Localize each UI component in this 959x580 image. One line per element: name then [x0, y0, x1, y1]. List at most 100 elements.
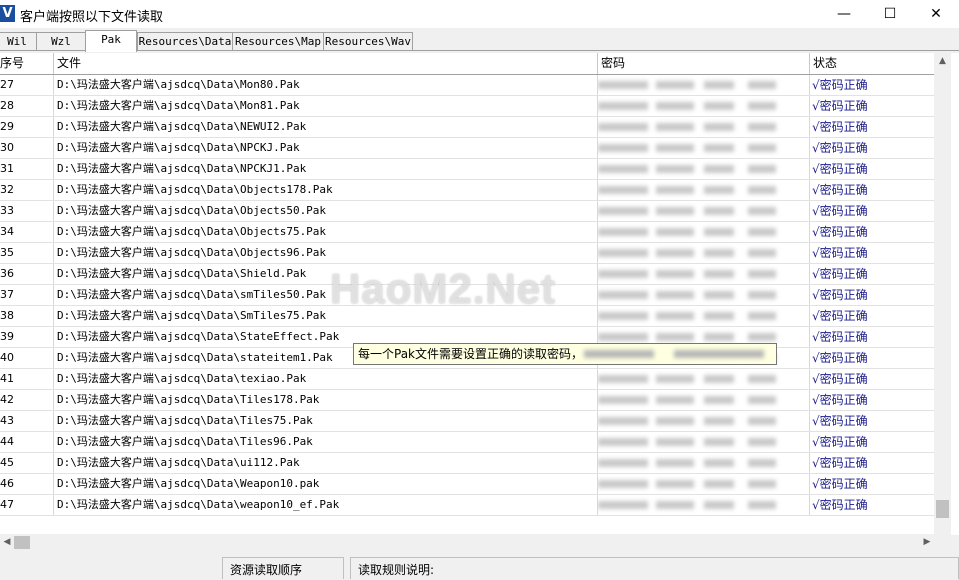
- redacted-text: [656, 165, 694, 173]
- row-password-redacted[interactable]: [598, 201, 810, 221]
- row-password-redacted[interactable]: [598, 180, 810, 200]
- horizontal-scroll-thumb[interactable]: [14, 536, 30, 549]
- tab-resources-map[interactable]: Resources\Map: [232, 32, 324, 50]
- horizontal-scrollbar[interactable]: ◀ ▶: [0, 534, 934, 551]
- table-row[interactable]: 32 D:\玛法盛大客户端\ajsdcq\Data\Objects178.Pak √…: [0, 180, 934, 201]
- minimize-button[interactable]: —: [821, 0, 867, 28]
- column-header-index[interactable]: 序号: [0, 53, 54, 74]
- table-row[interactable]: 46 D:\玛法盛大客户端\ajsdcq\Data\Weapon10.pak √密码…: [0, 474, 934, 495]
- column-header-file[interactable]: 文件: [54, 53, 598, 74]
- scroll-left-icon[interactable]: ◀: [0, 534, 14, 551]
- row-password-redacted[interactable]: [598, 390, 810, 410]
- row-file-path[interactable]: D:\玛法盛大客户端\ajsdcq\Data\Objects50.Pak: [54, 201, 598, 221]
- redacted-text: [674, 350, 764, 358]
- row-file-path[interactable]: D:\玛法盛大客户端\ajsdcq\Data\texiao.Pak: [54, 369, 598, 389]
- redacted-text: [656, 291, 694, 299]
- table-row[interactable]: 45 D:\玛法盛大客户端\ajsdcq\Data\ui112.Pak √密码正确: [0, 453, 934, 474]
- scroll-up-icon[interactable]: ▲: [934, 53, 951, 70]
- redacted-text: [598, 81, 648, 89]
- vertical-scroll-thumb[interactable]: [936, 500, 949, 518]
- row-password-redacted[interactable]: [598, 117, 810, 137]
- row-file-path[interactable]: D:\玛法盛大客户端\ajsdcq\Data\weapon10_ef.Pak: [54, 495, 598, 515]
- table-row[interactable]: 35 D:\玛法盛大客户端\ajsdcq\Data\Objects96.Pak √密…: [0, 243, 934, 264]
- table-row[interactable]: 44 D:\玛法盛大客户端\ajsdcq\Data\Tiles96.Pak √密码正…: [0, 432, 934, 453]
- row-file-path[interactable]: D:\玛法盛大客户端\ajsdcq\Data\ui112.Pak: [54, 453, 598, 473]
- row-file-path[interactable]: D:\玛法盛大客户端\ajsdcq\Data\NPCKJ.Pak: [54, 138, 598, 158]
- redacted-text: [598, 249, 648, 257]
- row-password-redacted[interactable]: [598, 411, 810, 431]
- row-status: √密码正确: [812, 372, 868, 386]
- row-file-path[interactable]: D:\玛法盛大客户端\ajsdcq\Data\NEWUI2.Pak: [54, 117, 598, 137]
- row-index: 36: [0, 264, 54, 284]
- redacted-text: [656, 375, 694, 383]
- redacted-text: [704, 480, 734, 488]
- tab-wil[interactable]: Wil: [0, 32, 38, 50]
- tab-resources-data[interactable]: Resources\Data: [137, 32, 233, 50]
- row-file-path[interactable]: D:\玛法盛大客户端\ajsdcq\Data\Tiles75.Pak: [54, 411, 598, 431]
- row-index: 47: [0, 495, 54, 515]
- row-index: 45: [0, 453, 54, 473]
- row-password-redacted[interactable]: [598, 222, 810, 242]
- row-file-path[interactable]: D:\玛法盛大客户端\ajsdcq\Data\Weapon10.pak: [54, 474, 598, 494]
- row-file-path[interactable]: D:\玛法盛大客户端\ajsdcq\Data\NPCKJ1.Pak: [54, 159, 598, 179]
- row-password-redacted[interactable]: [598, 243, 810, 263]
- table-row[interactable]: 42 D:\玛法盛大客户端\ajsdcq\Data\Tiles178.Pak √密码…: [0, 390, 934, 411]
- table-row[interactable]: 28 D:\玛法盛大客户端\ajsdcq\Data\Mon81.Pak √密码正确: [0, 96, 934, 117]
- row-file-path[interactable]: D:\玛法盛大客户端\ajsdcq\Data\Mon81.Pak: [54, 96, 598, 116]
- row-file-path[interactable]: D:\玛法盛大客户端\ajsdcq\Data\Objects75.Pak: [54, 222, 598, 242]
- redacted-text: [656, 312, 694, 320]
- row-password-redacted[interactable]: [598, 138, 810, 158]
- column-header-status[interactable]: 状态: [810, 53, 934, 74]
- maximize-button[interactable]: ☐: [867, 0, 913, 28]
- row-status: √密码正确: [812, 393, 868, 407]
- redacted-text: [704, 144, 734, 152]
- row-status: √密码正确: [812, 141, 868, 155]
- redacted-text: [748, 102, 776, 110]
- load-order-panel: 资源读取顺序: [222, 557, 344, 579]
- row-file-path[interactable]: D:\玛法盛大客户端\ajsdcq\Data\Objects96.Pak: [54, 243, 598, 263]
- redacted-text: [598, 291, 648, 299]
- table-row[interactable]: 29 D:\玛法盛大客户端\ajsdcq\Data\NEWUI2.Pak √密码正确: [0, 117, 934, 138]
- redacted-text: [748, 333, 776, 341]
- redacted-text: [704, 123, 734, 131]
- row-file-path[interactable]: D:\玛法盛大客户端\ajsdcq\Data\Tiles96.Pak: [54, 432, 598, 452]
- row-file-path[interactable]: D:\玛法盛大客户端\ajsdcq\Data\Objects178.Pak: [54, 180, 598, 200]
- tab-wzl[interactable]: Wzl: [36, 32, 86, 50]
- row-password-redacted[interactable]: [598, 453, 810, 473]
- row-password-redacted[interactable]: [598, 264, 810, 284]
- row-password-redacted[interactable]: [598, 432, 810, 452]
- close-button[interactable]: ✕: [913, 0, 959, 28]
- row-password-redacted[interactable]: [598, 75, 810, 95]
- vertical-scrollbar[interactable]: ▲: [934, 53, 951, 535]
- redacted-text: [598, 333, 648, 341]
- table-row[interactable]: 34 D:\玛法盛大客户端\ajsdcq\Data\Objects75.Pak √密…: [0, 222, 934, 243]
- row-password-redacted[interactable]: [598, 495, 810, 515]
- row-password-redacted[interactable]: [598, 159, 810, 179]
- row-index: 40: [0, 348, 54, 368]
- scroll-right-icon[interactable]: ▶: [920, 534, 934, 551]
- row-index: 44: [0, 432, 54, 452]
- table-row[interactable]: 31 D:\玛法盛大客户端\ajsdcq\Data\NPCKJ1.Pak √密码正确: [0, 159, 934, 180]
- table-row[interactable]: 27 D:\玛法盛大客户端\ajsdcq\Data\Mon80.Pak √密码正确: [0, 75, 934, 96]
- row-password-redacted[interactable]: [598, 306, 810, 326]
- row-password-redacted[interactable]: [598, 96, 810, 116]
- row-status: √密码正确: [812, 435, 868, 449]
- row-password-redacted[interactable]: [598, 369, 810, 389]
- table-row[interactable]: 30 D:\玛法盛大客户端\ajsdcq\Data\NPCKJ.Pak √密码正确: [0, 138, 934, 159]
- row-file-path[interactable]: D:\玛法盛大客户端\ajsdcq\Data\Mon80.Pak: [54, 75, 598, 95]
- row-index: 27: [0, 75, 54, 95]
- column-header-password[interactable]: 密码: [598, 53, 810, 74]
- table-row[interactable]: 47 D:\玛法盛大客户端\ajsdcq\Data\weapon10_ef.Pak…: [0, 495, 934, 516]
- table-row[interactable]: 43 D:\玛法盛大客户端\ajsdcq\Data\Tiles75.Pak √密码正…: [0, 411, 934, 432]
- redacted-text: [656, 228, 694, 236]
- redacted-text: [748, 207, 776, 215]
- tab-resources-wav[interactable]: Resources\Wav: [323, 32, 413, 50]
- tab-pak[interactable]: Pak: [85, 30, 137, 52]
- redacted-text: [748, 249, 776, 257]
- row-file-path[interactable]: D:\玛法盛大客户端\ajsdcq\Data\Tiles178.Pak: [54, 390, 598, 410]
- table-row[interactable]: 33 D:\玛法盛大客户端\ajsdcq\Data\Objects50.Pak √密…: [0, 201, 934, 222]
- redacted-text: [748, 291, 776, 299]
- row-password-redacted[interactable]: [598, 285, 810, 305]
- table-row[interactable]: 41 D:\玛法盛大客户端\ajsdcq\Data\texiao.Pak √密码正确: [0, 369, 934, 390]
- row-password-redacted[interactable]: [598, 474, 810, 494]
